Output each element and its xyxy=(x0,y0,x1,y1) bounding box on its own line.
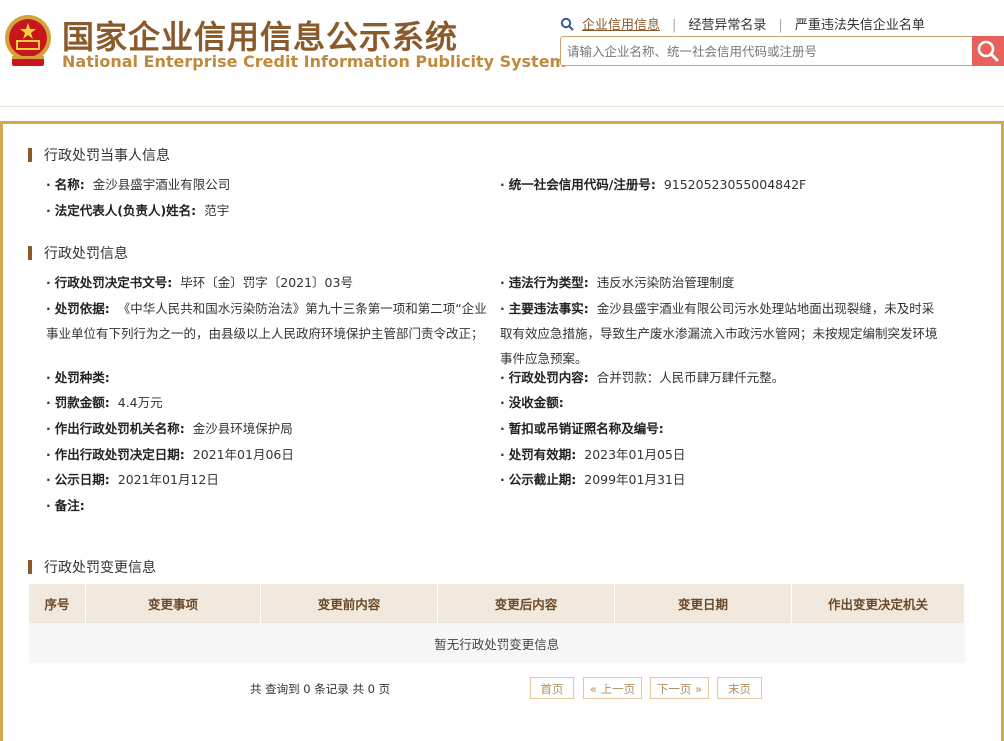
search-type-icon xyxy=(560,17,574,31)
field-publish-date: · 公示日期: 2021年01月12日 xyxy=(46,472,219,487)
first-page-button[interactable]: 首页 xyxy=(530,677,574,699)
changes-table: 序号 变更事项 变更前内容 变更后内容 变更日期 作出变更决定机关 暂无行政处罚… xyxy=(29,584,965,663)
col-before: 变更前内容 xyxy=(260,584,438,623)
field-name: · 名称: 金沙县盛宇酒业有限公司 xyxy=(46,177,231,192)
section-title-changes: 行政处罚变更信息 xyxy=(28,557,156,577)
field-authority: · 作出行政处罚机关名称: 金沙县环境保护局 xyxy=(46,421,293,436)
table-row: 暂无行政处罚变更信息 xyxy=(29,622,965,663)
field-violation-type: · 违法行为类型: 违反水污染防治管理制度 xyxy=(500,275,735,290)
field-publish-end: · 公示截止期: 2099年01月31日 xyxy=(500,472,686,487)
field-valid-until: · 处罚有效期: 2023年01月05日 xyxy=(500,447,686,462)
field-license: · 暂扣或吊销证照名称及编号: xyxy=(500,421,664,436)
field-content: · 行政处罚内容: 合并罚款：人民币肆万肆仟元整。 xyxy=(500,370,785,385)
search-button[interactable] xyxy=(972,36,1004,66)
site-title-en: National Enterprise Credit Information P… xyxy=(62,52,567,71)
section-title-party: 行政处罚当事人信息 xyxy=(28,145,170,165)
search-input[interactable] xyxy=(560,36,972,66)
site-header: 国家企业信用信息公示系统 National Enterprise Credit … xyxy=(0,0,1004,122)
col-change-date: 变更日期 xyxy=(614,584,792,623)
header-divider xyxy=(0,106,1004,107)
field-category: · 处罚种类: xyxy=(46,370,110,385)
national-emblem-icon xyxy=(5,15,51,66)
link-separator: | xyxy=(778,18,783,33)
col-after: 变更后内容 xyxy=(437,584,615,623)
search-icon xyxy=(977,40,999,62)
section-marker xyxy=(28,560,32,574)
link-separator: | xyxy=(672,18,677,33)
field-fine: · 罚款金额: 4.4万元 xyxy=(46,395,163,410)
field-confiscation: · 没收金额: xyxy=(500,395,564,410)
section-marker xyxy=(28,246,32,260)
col-index: 序号 xyxy=(29,584,86,623)
field-remark: · 备注: xyxy=(46,498,85,513)
link-abnormal-operations[interactable]: 经营异常名录 xyxy=(688,14,766,33)
last-page-button[interactable]: 末页 xyxy=(717,677,762,699)
col-change-item: 变更事项 xyxy=(85,584,261,623)
field-legal-rep: · 法定代表人(负责人)姓名: 范宇 xyxy=(46,203,230,218)
field-credit-code: · 统一社会信用代码/注册号: 91520523055004842F xyxy=(500,177,807,192)
pager-info: 共 查询到 0 条记录 共 0 页 xyxy=(250,682,391,696)
next-page-button[interactable]: 下一页 » xyxy=(650,677,709,699)
section-marker xyxy=(28,148,32,162)
link-enterprise-credit[interactable]: 企业信用信息 xyxy=(582,14,660,33)
col-change-authority: 作出变更决定机关 xyxy=(791,584,965,623)
link-serious-violations[interactable]: 严重违法失信企业名单 xyxy=(795,14,925,33)
empty-message: 暂无行政处罚变更信息 xyxy=(29,622,965,663)
table-header-row: 序号 变更事项 变更前内容 变更后内容 变更日期 作出变更决定机关 xyxy=(29,584,965,623)
section-title-penalty: 行政处罚信息 xyxy=(28,243,128,263)
field-decision-date: · 作出行政处罚决定日期: 2021年01月06日 xyxy=(46,447,294,462)
field-doc-no: · 行政处罚决定书文号: 毕环〔金〕罚字〔2021〕03号 xyxy=(46,275,353,290)
search-type-links: 企业信用信息 | 经营异常名录 | 严重违法失信企业名单 xyxy=(560,14,925,33)
field-facts: · 主要违法事实: 金沙县盛宇酒业有限公司污水处理站地面出现裂缝，未及时采取有效应急… xyxy=(500,301,938,366)
prev-page-button[interactable]: « 上一页 xyxy=(583,677,642,699)
field-basis: · 处罚依据: 《中华人民共和国水污染防治法》第九十三条第一项和第二项“企业事业单位… xyxy=(46,301,487,341)
